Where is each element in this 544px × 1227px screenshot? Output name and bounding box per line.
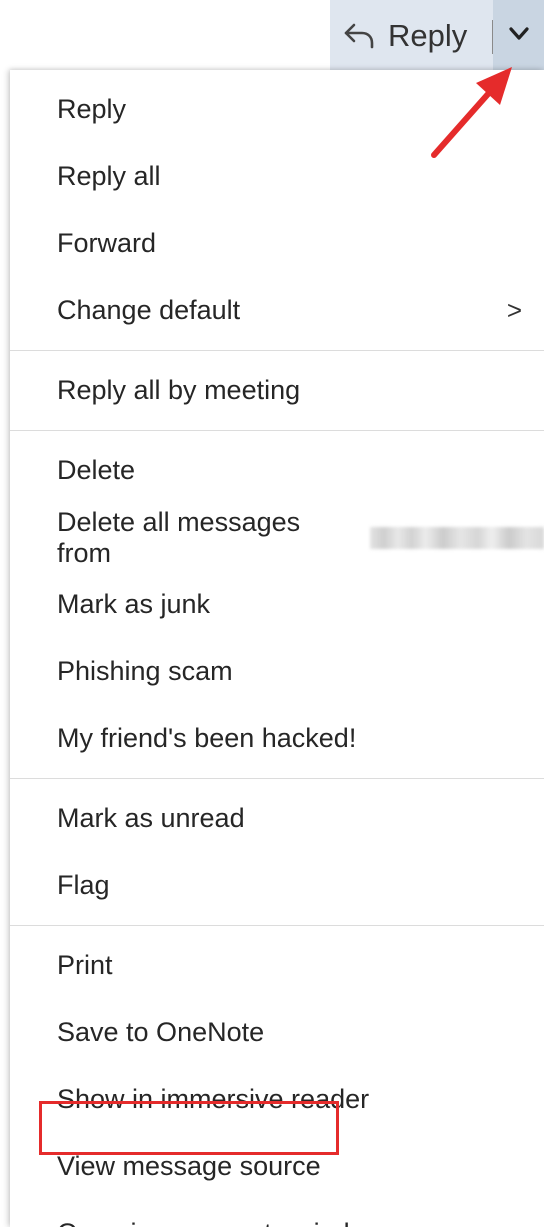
reply-button[interactable]: Reply: [330, 0, 492, 72]
menu-item-save-to-onenote[interactable]: Save to OneNote: [10, 999, 544, 1066]
menu-group-status: Mark as unread Flag: [10, 779, 544, 926]
menu-item-print[interactable]: Print: [10, 932, 544, 999]
menu-item-label: View message source: [57, 1151, 321, 1181]
menu-item-change-default[interactable]: Change default >: [10, 277, 544, 344]
menu-item-delete-all-from[interactable]: Delete all messages from: [10, 504, 544, 571]
page: Reply Reply Reply all Forward Change def: [0, 0, 544, 1227]
menu-item-reply[interactable]: Reply: [10, 76, 544, 143]
menu-group-meeting: Reply all by meeting: [10, 351, 544, 431]
reply-dropdown-button[interactable]: [493, 0, 544, 72]
menu-item-flag[interactable]: Flag: [10, 852, 544, 919]
menu-item-reply-all[interactable]: Reply all: [10, 143, 544, 210]
menu-group-view: Print Save to OneNote Show in immersive …: [10, 926, 544, 1227]
menu-item-reply-all-by-meeting[interactable]: Reply all by meeting: [10, 357, 544, 424]
menu-item-mark-as-junk[interactable]: Mark as junk: [10, 571, 544, 638]
menu-group-delete: Delete Delete all messages from Mark as …: [10, 431, 544, 779]
menu-item-label: Delete: [57, 455, 136, 485]
menu-item-open-separate-window[interactable]: Open in a separate window: [10, 1200, 544, 1227]
menu-item-forward[interactable]: Forward: [10, 210, 544, 277]
menu-item-label: Show in immersive reader: [57, 1084, 370, 1114]
menu-item-label: Forward: [57, 228, 157, 258]
menu-item-label: Reply all: [57, 161, 161, 191]
menu-item-label: Print: [57, 950, 113, 980]
menu-item-label: My friend's been hacked!: [57, 723, 357, 753]
menu-item-label: Mark as junk: [57, 589, 211, 619]
menu-item-label: Reply: [57, 94, 127, 124]
reply-split-button: Reply: [330, 0, 544, 72]
menu-item-label: Flag: [57, 870, 110, 900]
menu-item-label: Delete all messages from: [57, 506, 301, 568]
menu-item-mark-as-unread[interactable]: Mark as unread: [10, 785, 544, 852]
menu-item-label: Reply all by meeting: [57, 375, 301, 405]
menu-item-label: Phishing scam: [57, 656, 233, 686]
menu-item-label: Open in a separate window: [57, 1218, 384, 1227]
reply-arrow-icon: [342, 21, 376, 51]
menu-item-view-message-source[interactable]: View message source: [10, 1133, 544, 1200]
redacted-sender-name: [370, 526, 544, 549]
reply-button-label: Reply: [388, 18, 468, 53]
menu-item-label: Mark as unread: [57, 803, 245, 833]
menu-item-label: Change default: [57, 295, 241, 325]
menu-item-friend-hacked[interactable]: My friend's been hacked!: [10, 705, 544, 772]
menu-item-immersive-reader[interactable]: Show in immersive reader: [10, 1066, 544, 1133]
menu-group-reply: Reply Reply all Forward Change default >: [10, 70, 544, 351]
menu-item-label: Save to OneNote: [57, 1017, 265, 1047]
chevron-down-icon: [508, 26, 530, 47]
reply-options-menu: Reply Reply all Forward Change default >…: [10, 70, 544, 1227]
menu-item-delete[interactable]: Delete: [10, 437, 544, 504]
chevron-right-icon: >: [506, 295, 522, 325]
menu-item-phishing-scam[interactable]: Phishing scam: [10, 638, 544, 705]
